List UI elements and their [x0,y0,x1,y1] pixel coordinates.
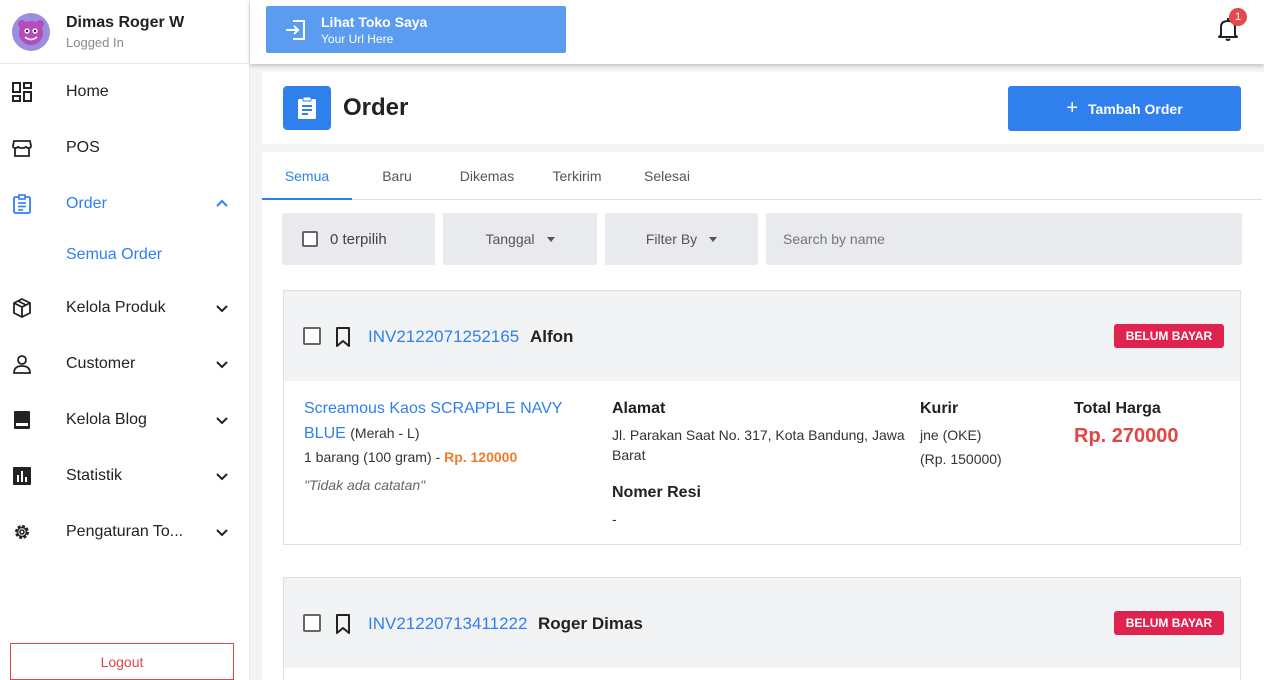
chevron-down-icon [216,361,228,369]
chevron-down-icon [216,417,228,425]
order-card-header: INV2122071252165 Alfon BELUM BAYAR [284,291,1240,381]
order-card-body: Screamous Kaos SCRAPPLE NAVY BLUE (Merah… [284,381,1240,544]
order-note: "Tidak ada catatan" [304,477,426,493]
user-name: Dimas Roger W [66,13,185,31]
total-label: Total Harga [1074,400,1161,417]
person-icon [13,355,31,374]
order-content: Semua Baru Dikemas Terkirim Selesai 0 te… [262,152,1264,680]
filter-by-dropdown[interactable]: Filter By [605,213,758,265]
gear-icon [15,525,29,539]
invoice-link[interactable]: INV21220713411222 [368,614,527,634]
avatar [12,12,50,51]
courier-label: Kurir [920,400,959,417]
sidebar: Dimas Roger W Logged In Home POS Order S… [0,0,250,680]
chevron-up-icon [216,199,228,207]
sidebar-item-label: Customer [66,355,136,372]
sidebar-item-home[interactable]: Home [0,64,250,120]
user-profile: Dimas Roger W Logged In [0,0,249,64]
product-quantity-text: 1 barang (100 gram) - [304,449,445,465]
product-price: Rp. 120000 [444,449,518,465]
page-header: Order + Tambah Order [262,72,1264,144]
status-badge: BELUM BAYAR [1114,324,1224,348]
sidebar-item-label: Statistik [66,467,123,484]
date-dropdown-label: Tanggal [485,231,535,247]
caret-down-icon [546,236,555,242]
sidebar-item-statistik[interactable]: Statistik [0,448,250,504]
add-order-label: Tambah Order [1088,100,1183,117]
customer-name: Alfon [530,327,574,346]
sidebar-item-label: Kelola Blog [66,411,147,428]
order-checkbox[interactable] [303,327,321,345]
login-icon [286,20,305,40]
total-price: Rp. 270000 [1074,425,1179,447]
product-name: Screamous Kaos SCRAPPLE NAVY BLUE [304,400,563,442]
receipt-label: Nomer Resi [612,484,701,501]
status-badge: BELUM BAYAR [1114,611,1224,635]
chevron-down-icon [216,305,228,313]
view-store-button[interactable]: Lihat Toko Saya Your Url Here [266,6,566,53]
clipboard-icon [13,194,31,214]
sidebar-item-label: Order [66,195,107,212]
sidebar-item-customer[interactable]: Customer [0,336,250,392]
chevron-down-icon [216,529,228,537]
address-label: Alamat [612,400,666,417]
product-quantity: 1 barang (100 gram) - Rp. 120000 [304,449,517,465]
select-all-checkbox[interactable] [302,231,318,247]
tab-baru[interactable]: Baru [352,152,442,200]
receipt-value: - [612,511,617,527]
filter-by-label: Filter By [645,231,698,247]
add-order-button[interactable]: + Tambah Order [1008,86,1241,131]
chevron-down-icon [216,473,228,481]
courier-cost: (Rp. 150000) [920,451,1002,467]
package-icon [13,298,31,318]
courier-value: jne (OKE) [920,427,982,443]
plus-icon: + [1066,97,1079,119]
order-card-header: INV21220713411222 Roger Dimas BELUM BAYA… [284,578,1240,668]
order-card: INV2122071252165 Alfon BELUM BAYAR Screa… [283,290,1241,545]
user-status: Logged In [66,34,124,50]
sidebar-item-order[interactable]: Order [0,176,250,232]
view-store-title: Lihat Toko Saya [321,14,428,30]
search-input[interactable] [766,213,1242,265]
product-name-link[interactable]: Screamous Kaos SCRAPPLE NAVY BLUE (Merah… [304,397,584,446]
tab-selesai[interactable]: Selesai [622,152,712,200]
tab-terkirim[interactable]: Terkirim [532,152,622,200]
tab-dikemas[interactable]: Dikemas [442,152,532,200]
page-title: Order [343,94,409,121]
bookmark-icon[interactable] [335,614,351,634]
topbar: Lihat Toko Saya Your Url Here 1 [250,0,1264,64]
sidebar-item-label: Pengaturan To... [66,523,184,540]
order-tabs: Semua Baru Dikemas Terkirim Selesai [262,152,1262,200]
sidebar-item-kelola-blog[interactable]: Kelola Blog [0,392,250,448]
view-store-url: Your Url Here [321,32,394,46]
sidebar-item-pengaturan-toko[interactable]: Pengaturan To... [0,504,250,560]
monster-avatar-icon [18,19,44,45]
page-icon [283,86,331,130]
notification-badge: 1 [1229,8,1247,26]
dashboard-icon [12,82,32,102]
product-variant: (Merah - L) [350,425,420,441]
clipboard-icon [298,96,316,119]
caret-down-icon [709,236,718,242]
tab-semua[interactable]: Semua [262,152,352,200]
sidebar-item-kelola-produk[interactable]: Kelola Produk [0,280,250,336]
select-all-filter[interactable]: 0 terpilih [282,213,435,265]
logout-button[interactable]: Logout [10,643,234,680]
order-checkbox[interactable] [303,614,321,632]
sidebar-item-pos[interactable]: POS [0,120,250,176]
customer-name: Roger Dimas [538,614,643,633]
sidebar-item-label: POS [66,139,100,156]
order-card: INV21220713411222 Roger Dimas BELUM BAYA… [283,577,1241,680]
selected-count: 0 terpilih [330,230,387,248]
book-icon [14,411,30,429]
date-dropdown[interactable]: Tanggal [443,213,597,265]
sidebar-subitem-semua-order[interactable]: Semua Order [66,246,162,264]
bar-chart-icon [13,467,31,485]
sidebar-item-label: Kelola Produk [66,299,166,316]
sidebar-item-label: Home [66,83,109,100]
invoice-link[interactable]: INV2122071252165 [368,327,519,347]
address-value: Jl. Parakan Saat No. 317, Kota Bandung, … [612,427,905,463]
store-icon [12,140,32,157]
bookmark-icon[interactable] [335,327,351,347]
